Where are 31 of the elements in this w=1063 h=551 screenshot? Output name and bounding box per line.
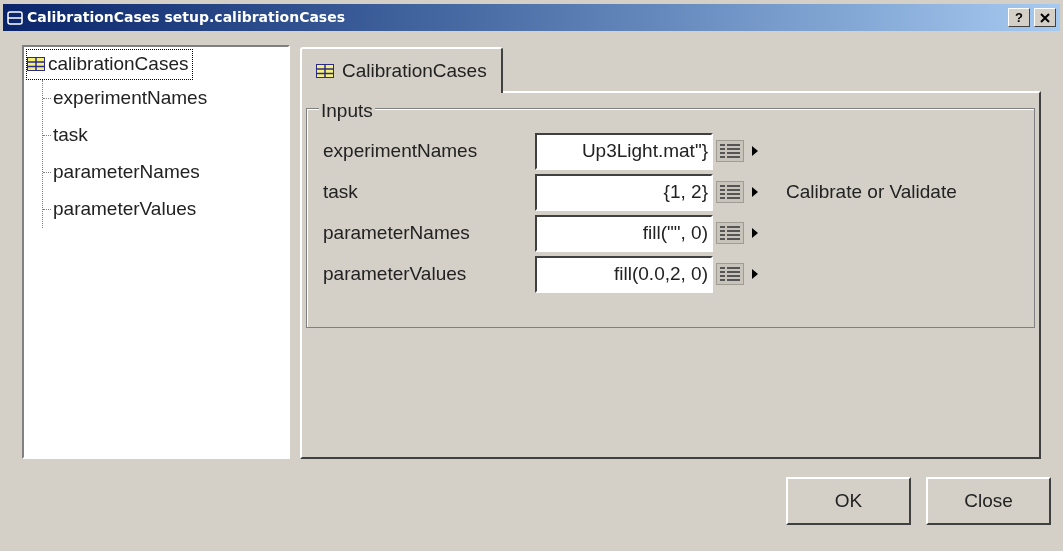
- input-field[interactable]: fill(0.0,2, 0): [535, 255, 713, 293]
- arrow-right-icon[interactable]: [752, 269, 758, 279]
- tree-item[interactable]: experimentNames: [51, 83, 210, 113]
- list-icon[interactable]: [716, 140, 744, 162]
- list-icon[interactable]: [716, 181, 744, 203]
- table-icon: [27, 57, 45, 72]
- arrow-right-icon[interactable]: [752, 146, 758, 156]
- window-icon: [7, 9, 23, 26]
- ok-button[interactable]: OK: [786, 477, 911, 525]
- arrow-right-icon[interactable]: [752, 228, 758, 238]
- tab[interactable]: CalibrationCases: [300, 47, 503, 93]
- arrow-right-icon[interactable]: [752, 187, 758, 197]
- tree-item[interactable]: task: [51, 120, 90, 150]
- tree-item[interactable]: calibrationCases: [26, 49, 194, 80]
- field-label: experimentNames: [323, 138, 479, 163]
- input-field[interactable]: Up3Light.mat"}: [535, 132, 713, 170]
- tree-item[interactable]: parameterNames: [51, 157, 202, 187]
- input-field[interactable]: fill("", 0): [535, 214, 713, 252]
- input-field[interactable]: {1, 2}: [535, 173, 713, 211]
- close-icon[interactable]: [1034, 8, 1056, 27]
- tree-item[interactable]: parameterValues: [51, 194, 199, 224]
- hint-text: Calibrate or Validate: [786, 179, 957, 204]
- field-label: parameterNames: [323, 220, 471, 245]
- window-title: CalibrationCases setup.calibrationCases: [27, 8, 346, 27]
- list-icon[interactable]: [716, 263, 744, 285]
- close-button[interactable]: Close: [926, 477, 1051, 525]
- help-button[interactable]: ?: [1008, 8, 1030, 27]
- list-icon[interactable]: [716, 222, 744, 244]
- table-icon: [316, 64, 334, 78]
- field-label: parameterValues: [323, 261, 468, 286]
- field-label: task: [323, 179, 359, 204]
